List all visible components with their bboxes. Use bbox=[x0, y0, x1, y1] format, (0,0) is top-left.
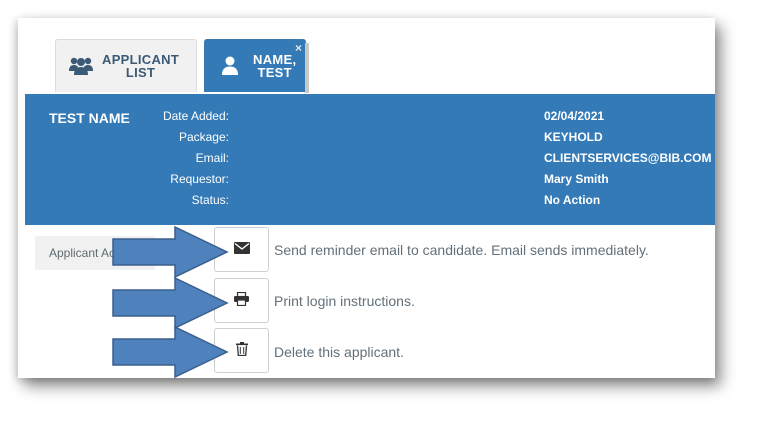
info-label: Email: bbox=[195, 151, 229, 165]
applicant-name: TEST NAME bbox=[49, 110, 130, 126]
tab-bar: APPLICANT LIST NAME, TEST × bbox=[18, 18, 715, 94]
info-label: Requestor: bbox=[170, 172, 229, 186]
send-reminder-email-description: Send reminder email to candidate. Email … bbox=[274, 242, 649, 258]
info-label: Status: bbox=[191, 193, 229, 207]
applicant-header: TEST NAME Date Added: 02/04/2021 Package… bbox=[25, 94, 715, 225]
print-login-instructions-description: Print login instructions. bbox=[274, 293, 415, 309]
info-label: Package: bbox=[178, 130, 229, 144]
trash-icon bbox=[235, 342, 248, 359]
tab-applicant-list[interactable]: APPLICANT LIST bbox=[55, 39, 197, 92]
application-window: APPLICANT LIST NAME, TEST × TEST NAME Date… bbox=[18, 18, 715, 378]
tab-applicant-detail-label: NAME, TEST bbox=[253, 52, 297, 80]
users-icon bbox=[68, 55, 94, 77]
tab-applicant-list-label: APPLICANT LIST bbox=[102, 52, 180, 80]
tab-applicant-detail[interactable]: NAME, TEST × bbox=[204, 39, 309, 93]
callout-arrow-delete bbox=[112, 326, 229, 378]
callout-arrow-print bbox=[112, 277, 229, 329]
info-value: CLIENTSERVICES@BIB.COM bbox=[544, 151, 712, 165]
printer-icon bbox=[234, 291, 249, 309]
info-value: Mary Smith bbox=[544, 172, 609, 186]
callout-arrow-email bbox=[112, 226, 229, 278]
info-value: 02/04/2021 bbox=[544, 109, 605, 123]
user-icon bbox=[217, 55, 243, 77]
info-value: No Action bbox=[544, 193, 601, 207]
close-tab-button[interactable]: × bbox=[295, 41, 302, 55]
delete-applicant-description: Delete this applicant. bbox=[274, 344, 404, 360]
info-label: Date Added: bbox=[162, 109, 229, 123]
envelope-icon bbox=[233, 242, 250, 257]
info-value: KEYHOLD bbox=[544, 130, 603, 144]
